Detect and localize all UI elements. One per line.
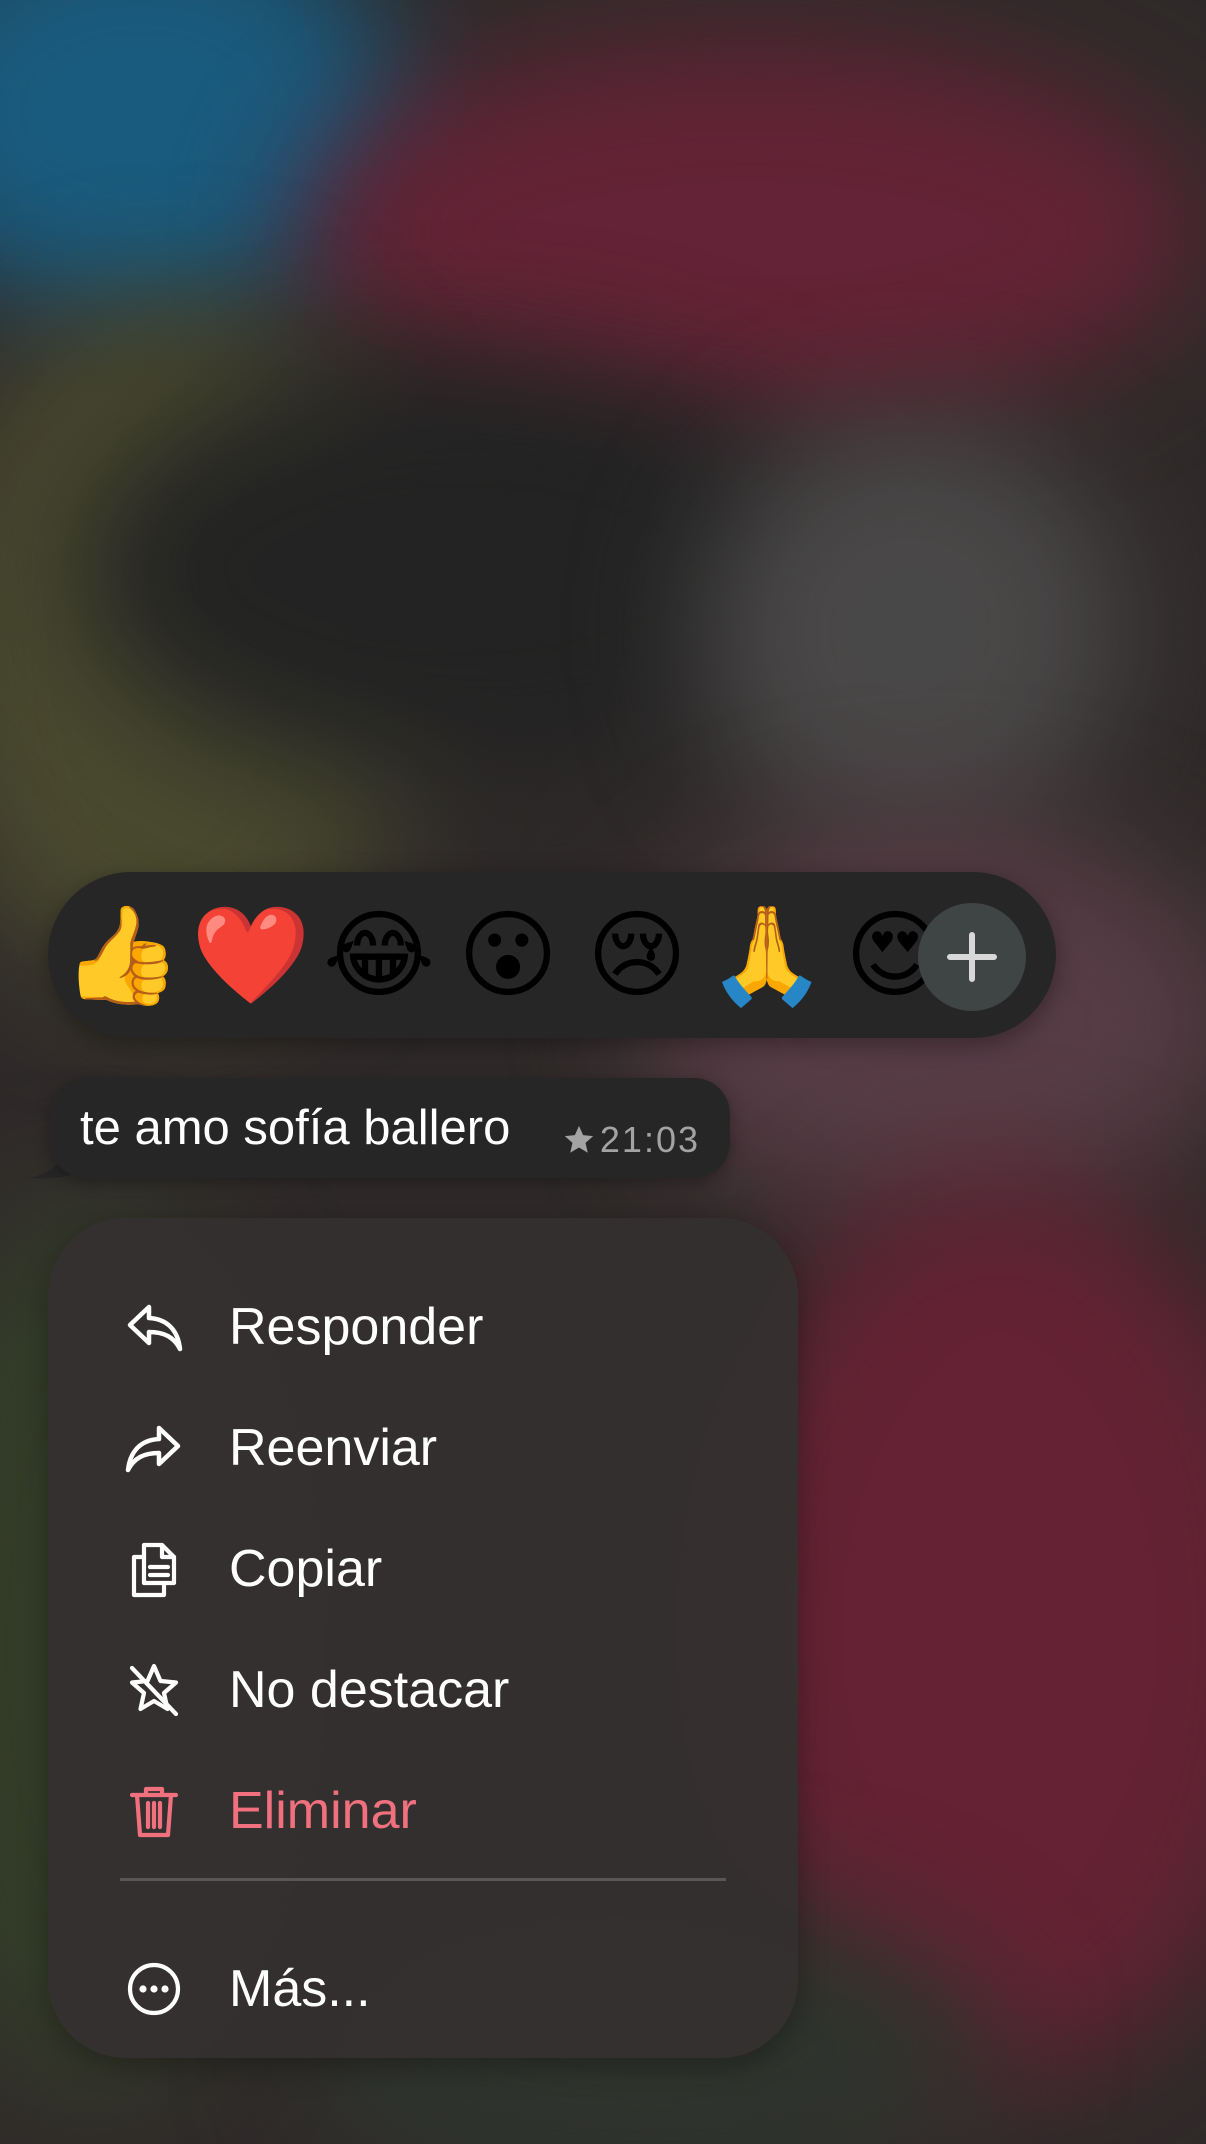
forward-icon [124,1418,184,1478]
reply-icon [124,1297,184,1357]
message-text: te amo sofía ballero [80,1101,511,1155]
message-time: 21:03 [599,1119,700,1160]
message-bubble[interactable]: te amo sofía ballero 21:03 [50,1078,730,1178]
menu-label-copy: Copiar [229,1540,383,1598]
unstar-icon [124,1660,184,1720]
plus-icon [947,932,997,982]
menu-label-delete: Eliminar [229,1782,417,1840]
star-icon [564,1125,594,1153]
reaction-heart[interactable]: ❤️ [191,896,311,1014]
menu-label-forward: Reenviar [229,1419,438,1477]
message-meta: 21:03 [562,1120,700,1160]
menu-item-forward[interactable]: Reenviar [48,1393,798,1503]
menu-item-more[interactable]: Más... [48,1934,798,2044]
menu-item-reply[interactable]: Responder [48,1272,798,1382]
reaction-pray[interactable]: 🙏 [707,896,827,1014]
context-menu: Responder Reenviar Copiar No destacar El… [48,1218,798,2058]
reaction-laughing[interactable]: 😂 [320,896,438,1014]
reaction-thumbs-up[interactable]: 👍 [62,896,182,1014]
menu-item-delete[interactable]: Eliminar [48,1756,798,1866]
menu-label-unstar: No destacar [229,1661,510,1719]
reaction-bar: 👍 ❤️ 😂 😮 😢 🙏 😍 [48,872,1056,1038]
trash-icon [124,1781,184,1841]
menu-item-unstar[interactable]: No destacar [48,1635,798,1745]
reaction-crying[interactable]: 😢 [578,896,696,1014]
copy-icon [124,1539,184,1599]
menu-label-more: Más... [229,1960,371,2018]
menu-divider [120,1878,726,1881]
more-reactions-button[interactable] [918,903,1026,1011]
more-icon [124,1959,184,2019]
menu-item-copy[interactable]: Copiar [48,1514,798,1624]
menu-label-reply: Responder [229,1298,484,1356]
reaction-surprised[interactable]: 😮 [449,896,567,1014]
